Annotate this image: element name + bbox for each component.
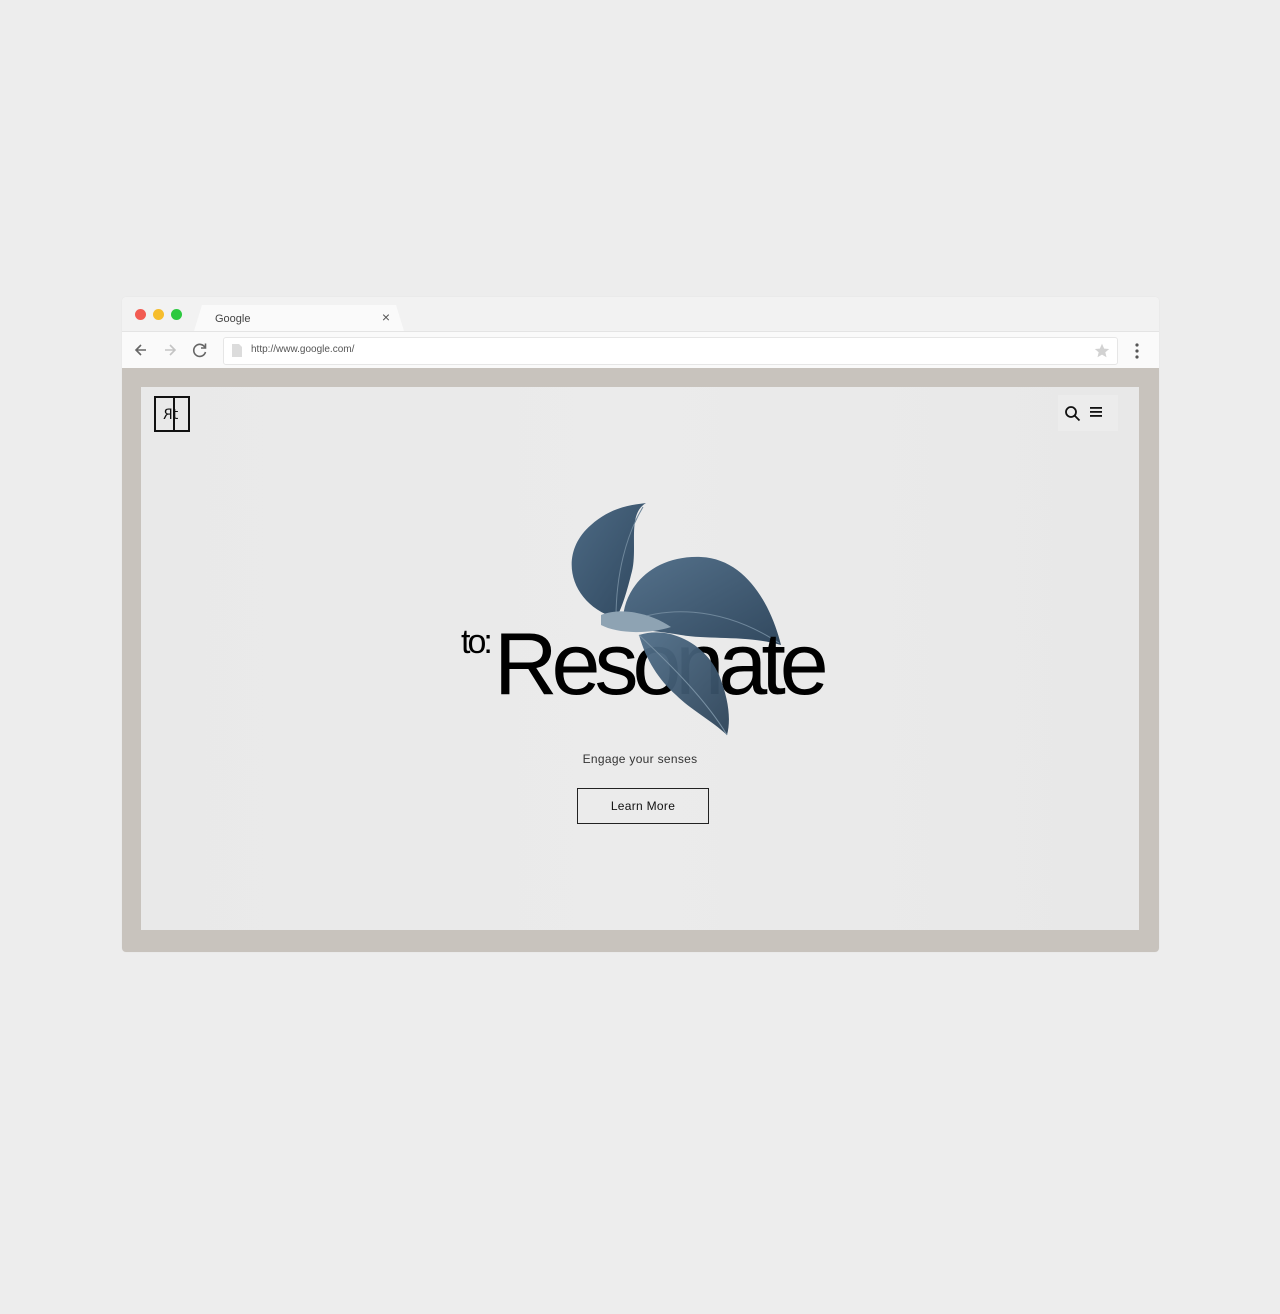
hero-prefix: to: [461,623,493,661]
arrow-right-icon[interactable] [160,340,180,360]
window-close-button[interactable] [135,309,146,320]
hero-tagline: Engage your senses [582,752,698,766]
learn-more-button[interactable]: Learn More [577,788,709,824]
star-icon[interactable] [1093,342,1111,360]
window-maximize-button[interactable] [171,309,182,320]
browser-tab[interactable]: Google × [194,305,404,331]
kebab-menu-icon[interactable] [1132,341,1142,361]
browser-toolbar: http://www.google.com/ [122,331,1159,369]
page-viewport: Rt to: Resonate Engage your senses Learn… [122,368,1159,952]
url-text[interactable]: http://www.google.com/ [251,344,354,355]
reload-icon[interactable] [190,340,210,360]
address-bar[interactable]: http://www.google.com/ [223,337,1118,365]
tab-bar: Google × [122,297,1159,331]
browser-window: Google × http://www.google.com/ Rt to: R… [122,297,1159,952]
window-minimize-button[interactable] [153,309,164,320]
tab-close-icon[interactable]: × [382,309,390,325]
website: Rt to: Resonate Engage your senses Learn… [141,387,1139,930]
arrow-left-icon[interactable] [131,340,151,360]
hero-section: to: Resonate Engage your senses Learn Mo… [141,387,1139,930]
page-icon [232,344,242,357]
hero-title: Resonate [494,614,829,713]
tab-title: Google [215,313,251,325]
